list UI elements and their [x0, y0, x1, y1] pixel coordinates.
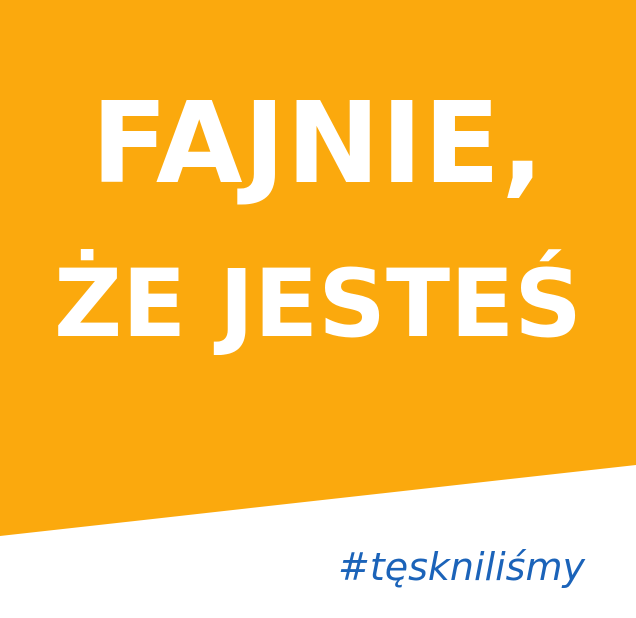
headline-line-1: FAJNIE,	[91, 79, 545, 209]
poster: FAJNIE, ŻE JESTEŚ #tęskniliśmy	[0, 0, 636, 618]
headline-line-2: ŻE JESTEŚ	[53, 250, 582, 359]
hashtag-text: #tęskniliśmy	[338, 545, 585, 589]
